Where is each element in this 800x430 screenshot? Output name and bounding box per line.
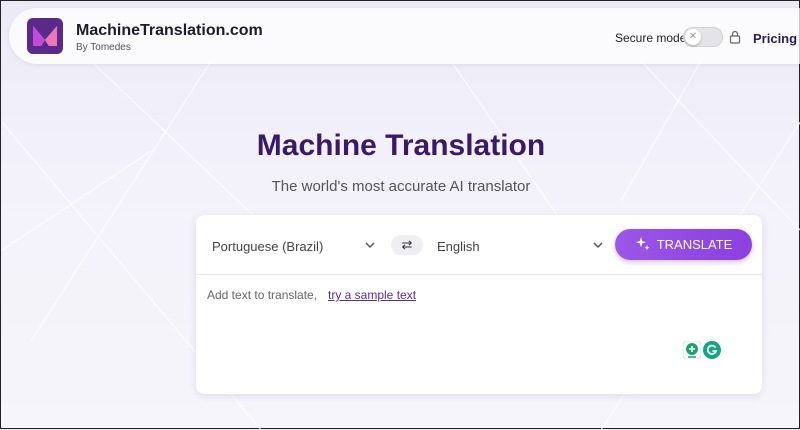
translate-button[interactable]: TRANSLATE: [615, 229, 752, 260]
page-title: Machine Translation: [256, 129, 546, 162]
source-language-select[interactable]: Portuguese (Brazil): [212, 239, 323, 254]
extension-add-icon[interactable]: [683, 341, 701, 359]
toggle-off-icon: ✕: [685, 29, 701, 45]
swap-languages-button[interactable]: ⇄: [391, 235, 423, 255]
secure-mode-label: Secure mode: [615, 31, 687, 45]
chevron-down-icon[interactable]: [592, 239, 604, 251]
target-language-select[interactable]: English: [437, 239, 480, 254]
grammarly-icon[interactable]: [703, 341, 721, 359]
page-subtitle: The world's most accurate AI translator: [271, 178, 531, 195]
chevron-down-icon[interactable]: [364, 239, 376, 251]
lock-icon: [729, 30, 741, 44]
sparkle-icon: [635, 237, 650, 251]
secure-mode-toggle[interactable]: ✕: [683, 27, 723, 47]
translator-card: Portuguese (Brazil) ⇄ English TRANSLATE …: [196, 215, 762, 394]
top-navigation-bar: MachineTranslation.com By Tomedes Secure…: [9, 8, 800, 64]
machinetranslation-logo-icon[interactable]: [27, 18, 63, 54]
brand-name[interactable]: MachineTranslation.com: [76, 22, 263, 40]
pricing-link[interactable]: Pricing: [753, 31, 797, 46]
swap-arrows-icon: ⇄: [401, 237, 413, 252]
try-sample-text-link[interactable]: try a sample text: [328, 288, 416, 302]
text-input-placeholder[interactable]: Add text to translate,: [207, 288, 317, 302]
brand-byline: By Tomedes: [76, 42, 131, 53]
translate-button-label: TRANSLATE: [656, 237, 733, 252]
divider: [196, 274, 762, 275]
